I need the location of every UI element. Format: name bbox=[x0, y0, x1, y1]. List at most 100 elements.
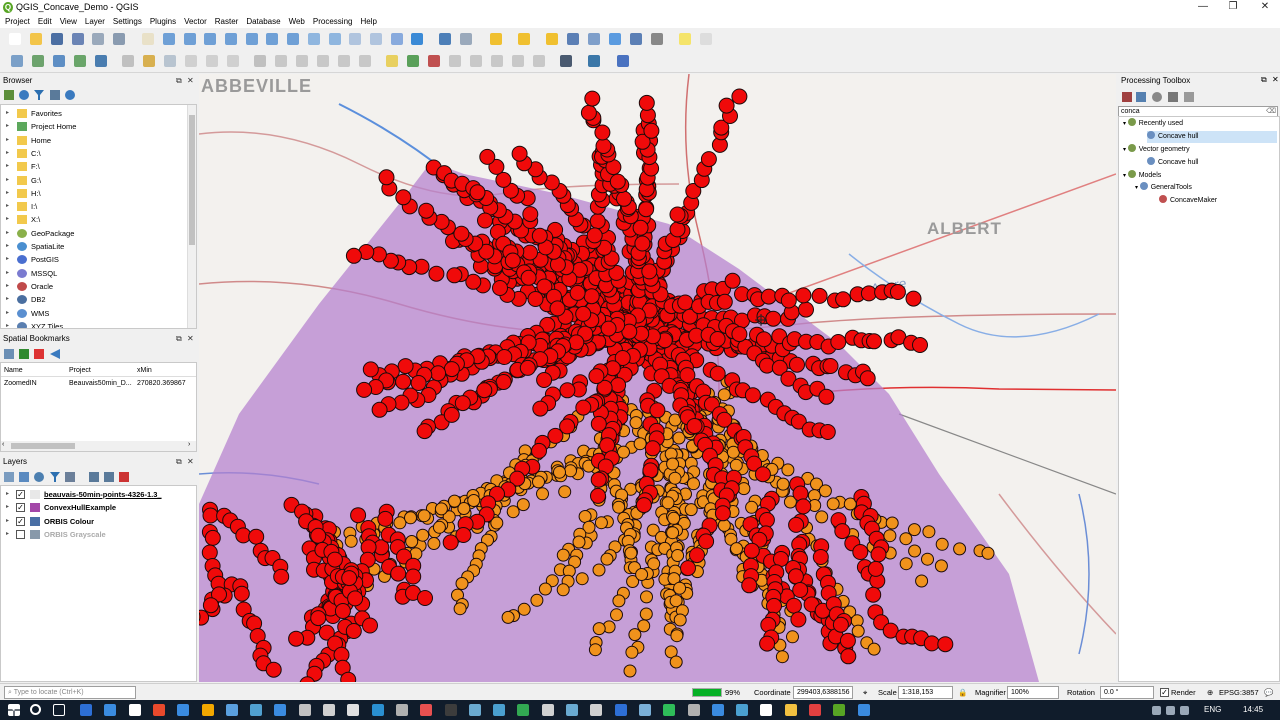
expand-arrow-icon[interactable]: ▸ bbox=[6, 267, 9, 280]
temporal-icon[interactable] bbox=[368, 31, 384, 47]
bookmark-cell-name[interactable]: ZoomedIN bbox=[4, 380, 37, 387]
label-rotate-icon[interactable] bbox=[468, 53, 484, 69]
browser-item[interactable]: ▸ DB2 bbox=[1, 293, 191, 306]
filter-expression-icon[interactable] bbox=[65, 472, 75, 482]
label-tool-icon[interactable] bbox=[510, 53, 526, 69]
expand-arrow-icon[interactable]: ▸ bbox=[6, 501, 9, 514]
rotation-spinbox[interactable]: 0.0 ° bbox=[1100, 686, 1154, 699]
zoom-full-icon[interactable] bbox=[223, 31, 239, 47]
label-change-icon[interactable] bbox=[489, 53, 505, 69]
toggle-editing-icon[interactable] bbox=[120, 53, 136, 69]
menu-layer[interactable]: Layer bbox=[83, 15, 111, 28]
menu-vector[interactable]: Vector bbox=[182, 15, 213, 28]
messages-icon[interactable]: 💬 bbox=[1264, 686, 1273, 699]
zoom-out-icon[interactable] bbox=[202, 31, 218, 47]
zoom-layer-icon[interactable] bbox=[264, 31, 280, 47]
models-icon[interactable] bbox=[1122, 92, 1132, 102]
system-tray-icon[interactable] bbox=[1180, 706, 1189, 715]
text-annotation-icon[interactable] bbox=[698, 31, 714, 47]
annotation-icon[interactable] bbox=[677, 31, 693, 47]
add-group-icon[interactable] bbox=[19, 472, 29, 482]
browser-item[interactable]: ▸ XYZ Tiles bbox=[1, 320, 191, 328]
expand-arrow-icon[interactable]: ▸ bbox=[6, 160, 9, 173]
menu-database[interactable]: Database bbox=[244, 15, 286, 28]
save-project-icon[interactable] bbox=[49, 31, 65, 47]
sum-icon[interactable] bbox=[628, 31, 644, 47]
bookmark-cell-project[interactable]: Beauvais50min_D... bbox=[69, 380, 132, 387]
taskbar-app-icon[interactable] bbox=[444, 704, 457, 716]
taskbar-app-icon[interactable] bbox=[833, 704, 846, 716]
expand-arrow-icon[interactable]: ▸ bbox=[6, 147, 9, 160]
expand-arrow-icon[interactable]: ▸ bbox=[6, 488, 9, 501]
add-bookmark-icon[interactable] bbox=[19, 349, 29, 359]
layer-item[interactable]: ▸ ✓ ConvexHullExample bbox=[4, 501, 194, 514]
expand-arrow-icon[interactable]: ▸ bbox=[6, 120, 9, 133]
bookmark-header-xmin[interactable]: xMin bbox=[137, 367, 152, 374]
taskbar-app-icon[interactable] bbox=[493, 704, 506, 716]
undo-icon[interactable] bbox=[336, 53, 352, 69]
system-tray-icon[interactable] bbox=[1152, 706, 1161, 715]
expand-arrow-icon[interactable]: ▾ bbox=[1123, 173, 1128, 179]
save-edits-icon[interactable] bbox=[162, 53, 178, 69]
hscroll-thumb[interactable] bbox=[11, 443, 75, 449]
zoom-last-icon[interactable] bbox=[306, 31, 322, 47]
browser-item[interactable]: ▸ I:\ bbox=[1, 200, 191, 213]
taskbar-app-icon[interactable] bbox=[274, 704, 287, 716]
taskbar-app-icon[interactable] bbox=[687, 704, 700, 716]
label-icon[interactable] bbox=[384, 53, 400, 69]
options-icon[interactable] bbox=[1184, 92, 1194, 102]
digitize-icon[interactable] bbox=[9, 53, 25, 69]
bookmark-header-name[interactable]: Name bbox=[4, 367, 23, 374]
zoom-native-icon[interactable] bbox=[285, 31, 301, 47]
expand-arrow-icon[interactable]: ▾ bbox=[1123, 147, 1128, 153]
add-layer-icon[interactable] bbox=[30, 53, 46, 69]
map-svg[interactable]: ABBEVILLE ALBERT Ancre bbox=[199, 74, 1116, 682]
expand-arrow-icon[interactable]: ▾ bbox=[1123, 121, 1128, 127]
menu-help[interactable]: Help bbox=[358, 15, 382, 28]
clear-search-icon[interactable]: ⌫ bbox=[1266, 107, 1276, 115]
expand-arrow-icon[interactable]: ▸ bbox=[6, 253, 9, 266]
delete-icon[interactable] bbox=[252, 53, 268, 69]
float-icon[interactable]: ⧉ bbox=[176, 456, 182, 468]
menu-web[interactable]: Web bbox=[287, 15, 311, 28]
magnifier-spinbox[interactable]: 100% bbox=[1007, 686, 1059, 699]
label-diagram-icon[interactable] bbox=[531, 53, 547, 69]
taskbar-app-icon[interactable] bbox=[371, 704, 384, 716]
taskbar-app-icon[interactable] bbox=[298, 704, 311, 716]
filter-icon[interactable] bbox=[34, 90, 44, 100]
action-icon[interactable] bbox=[458, 31, 474, 47]
expand-arrow-icon[interactable]: ▸ bbox=[6, 528, 9, 541]
expand-arrow-icon[interactable]: ▸ bbox=[6, 320, 9, 328]
layer-visibility-checkbox[interactable]: ✓ bbox=[16, 516, 25, 526]
zoom-in-icon[interactable] bbox=[182, 31, 198, 47]
layer-visibility-checkbox[interactable] bbox=[16, 529, 25, 539]
taskbar-app-icon[interactable] bbox=[347, 704, 360, 716]
select-features-icon[interactable] bbox=[488, 31, 504, 47]
locator-search-input[interactable]: ⌕ Type to locate (Ctrl+K) bbox=[4, 686, 136, 699]
menu-project[interactable]: Project bbox=[3, 15, 36, 28]
taskbar-app-icon[interactable] bbox=[177, 704, 190, 716]
copy-icon[interactable] bbox=[294, 53, 310, 69]
layer-visibility-checkbox[interactable]: ✓ bbox=[16, 490, 25, 499]
zoom-bookmark-icon[interactable] bbox=[4, 349, 14, 359]
bookmarks-hscrollbar[interactable]: ‹ › bbox=[1, 441, 196, 451]
taskbar-app-icon[interactable] bbox=[517, 704, 530, 716]
history-icon[interactable] bbox=[1152, 92, 1162, 102]
taskbar-app-icon[interactable] bbox=[784, 704, 797, 716]
taskbar-app-icon[interactable] bbox=[104, 704, 117, 716]
bookmark-cell-xmin[interactable]: 270820.369867 bbox=[137, 380, 186, 387]
close-panel-icon[interactable]: ✕ bbox=[1272, 75, 1279, 84]
collapse-all-icon[interactable] bbox=[104, 472, 114, 482]
taskbar-app-icon[interactable] bbox=[201, 704, 214, 716]
float-icon[interactable]: ⧉ bbox=[176, 75, 182, 87]
crs-button[interactable]: EPSG:3857 bbox=[1219, 686, 1259, 699]
expand-arrow-icon[interactable]: ▸ bbox=[6, 134, 9, 147]
open-field-calc-icon[interactable] bbox=[565, 31, 581, 47]
toolbox-item[interactable]: Concave hull bbox=[1147, 157, 1277, 169]
taskbar-app-icon[interactable] bbox=[736, 704, 749, 716]
toolbox-item[interactable]: ConcaveMaker bbox=[1159, 195, 1277, 207]
menu-settings[interactable]: Settings bbox=[111, 15, 148, 28]
maximize-button[interactable]: ❐ bbox=[1218, 0, 1248, 15]
info-icon[interactable] bbox=[65, 90, 75, 100]
expand-arrow-icon[interactable]: ▸ bbox=[6, 293, 9, 306]
